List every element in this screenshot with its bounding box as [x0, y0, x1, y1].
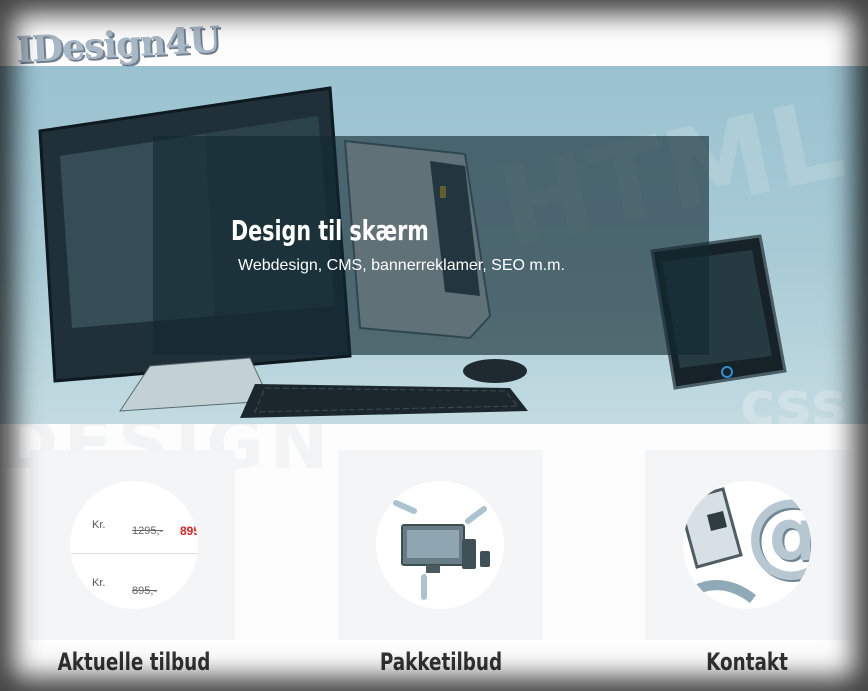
- card-title-offers[interactable]: Aktuelle tilbud: [32, 648, 236, 676]
- packages-image[interactable]: [376, 481, 504, 609]
- currency-label: Kr.: [92, 519, 106, 531]
- card-title-packages[interactable]: Pakketilbud: [339, 648, 543, 676]
- new-price: 895: [180, 524, 198, 538]
- devices-network-icon: [393, 500, 490, 600]
- feature-cards: Kr. 1295,- 895 Kr. 895,- Aktuelle tilbud…: [0, 450, 868, 691]
- hero-title: Design til skærm: [231, 214, 429, 247]
- at-symbol-icon: @: [745, 487, 811, 579]
- mouse-icon: [463, 359, 527, 383]
- price-divider: [70, 553, 198, 554]
- hero-banner: HTML css Design til skærm: [0, 66, 868, 424]
- keyboard-icon: [240, 384, 528, 418]
- hero-caption-panel: Design til skærm Webdesign, CMS, bannerr…: [153, 136, 709, 355]
- currency-label: Kr.: [92, 577, 106, 589]
- contact-image[interactable]: @: [683, 481, 811, 609]
- hero-subtitle: Webdesign, CMS, bannerreklamer, SEO m.m.: [238, 257, 565, 274]
- offers-image[interactable]: Kr. 1295,- 895 Kr. 895,-: [70, 481, 198, 609]
- price-row: Kr. 895,-: [70, 577, 198, 599]
- site-logo[interactable]: IDesign4U: [15, 19, 221, 72]
- old-price: 895,-: [132, 585, 158, 597]
- price-row: Kr. 1295,- 895: [70, 519, 198, 541]
- card-title-contact[interactable]: Kontakt: [645, 648, 849, 676]
- old-price: 1295,-: [132, 525, 164, 537]
- svg-text:css: css: [740, 369, 847, 424]
